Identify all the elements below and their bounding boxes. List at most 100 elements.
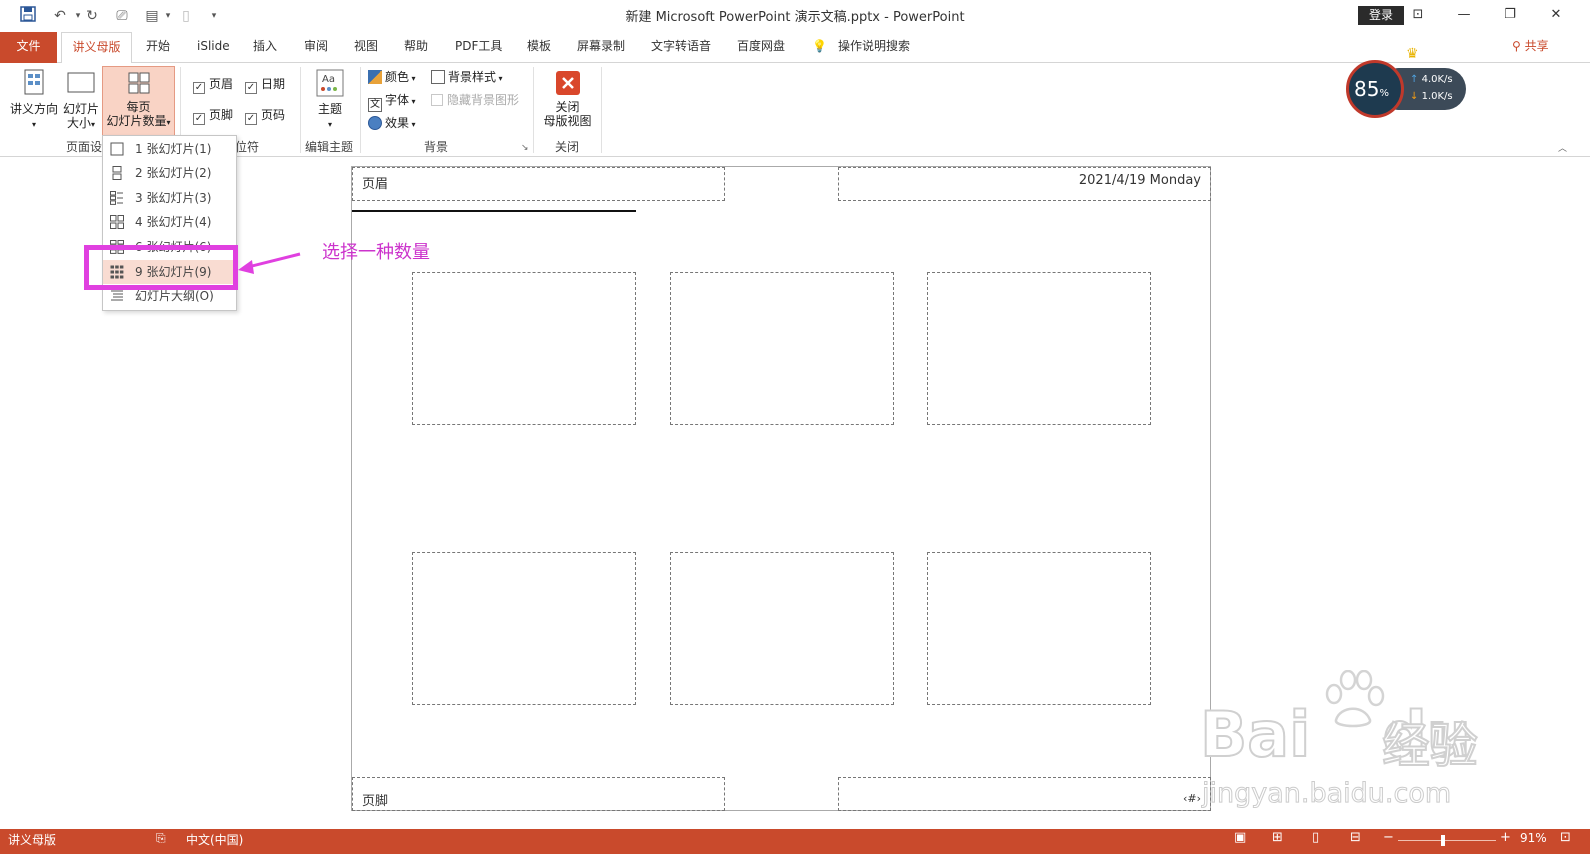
checkbox-unchecked-icon	[431, 94, 443, 106]
slide-size-label-1: 幻灯片	[62, 102, 99, 116]
tab-baidu-netdisk[interactable]: 百度网盘	[737, 32, 785, 63]
close-label-1: 关闭	[555, 100, 580, 114]
background-styles-label: 背景样式	[448, 70, 497, 84]
login-button[interactable]: 登录	[1358, 6, 1404, 25]
date-checkbox-label: 日期	[261, 77, 286, 91]
header-checkbox[interactable]: ✓ 页眉	[193, 75, 234, 94]
theme-label: 主题	[317, 102, 342, 116]
minimize-icon[interactable]: —	[1450, 4, 1478, 26]
tab-insert[interactable]: 插入	[253, 32, 277, 63]
status-bar: 讲义母版 ⎘ 中文(中国) ▣ ⊞ ▯ ⊟ − + 91% ⊡	[0, 829, 1590, 854]
slide-thumbnail-placeholder[interactable]	[412, 272, 636, 425]
zoom-out-icon[interactable]: −	[1383, 830, 1394, 845]
slideshow-icon[interactable]: ⊟	[1350, 830, 1361, 845]
close-master-view-button[interactable]: 关闭 母版视图	[540, 70, 595, 128]
tab-review[interactable]: 审阅	[304, 32, 328, 63]
fonts-button[interactable]: 文字体 ▾	[368, 91, 416, 112]
menu-item-4-slides[interactable]: 4 张幻灯片(4)	[103, 210, 236, 234]
tab-templates[interactable]: 模板	[527, 32, 551, 63]
annotation-arrow-icon	[238, 252, 301, 274]
tab-view[interactable]: 视图	[354, 32, 378, 63]
slide-thumbnail-placeholder[interactable]	[670, 272, 894, 425]
slide-thumbnail-placeholder[interactable]	[670, 552, 894, 705]
date-placeholder[interactable]: 2021/4/19 Monday	[838, 167, 1211, 201]
footer-checkbox[interactable]: ✓ 页脚	[193, 106, 233, 125]
download-unit: K/s	[1437, 91, 1453, 102]
page-number-placeholder[interactable]: ‹#›	[838, 777, 1211, 811]
background-styles-button[interactable]: 背景样式 ▾	[431, 68, 503, 86]
handout-orientation-label: 讲义方向	[9, 102, 58, 116]
memory-percent: 85%	[1354, 77, 1389, 101]
zoom-slider-track[interactable]	[1398, 840, 1496, 841]
zoom-level[interactable]: 91%	[1520, 831, 1547, 845]
tab-help[interactable]: 帮助	[404, 32, 428, 63]
two-slides-icon	[112, 166, 122, 180]
slide-size-label-2: 大小	[66, 116, 91, 130]
download-value: 1.0	[1421, 91, 1438, 102]
collapse-ribbon-icon[interactable]: ︿	[1558, 141, 1567, 154]
slide-sorter-icon[interactable]: ⊞	[1272, 830, 1283, 845]
tell-me-search[interactable]: 操作说明搜索	[838, 32, 910, 63]
menu-item-3-slides[interactable]: 3 张幻灯片(3)	[103, 186, 236, 210]
header-checkbox-label: 页眉	[209, 77, 234, 91]
upload-speed: ↑ 4.0K/s	[1410, 74, 1453, 85]
dialog-launcher-icon[interactable]: ↘	[521, 143, 529, 153]
effects-icon	[368, 116, 382, 130]
menu-item-label: 幻灯片大纲(O)	[135, 289, 214, 303]
hide-background-checkbox[interactable]: 隐藏背景图形	[431, 91, 519, 109]
one-slide-icon	[110, 142, 124, 156]
group-close: 关闭	[554, 140, 579, 154]
theme-button[interactable]: Aa 主题 ▾	[309, 68, 351, 132]
colors-button[interactable]: 颜色 ▾	[368, 68, 416, 86]
normal-view-icon[interactable]: ▣	[1234, 830, 1246, 845]
tab-islide[interactable]: iSlide	[197, 32, 230, 63]
tell-me-icon[interactable]: 💡	[812, 32, 827, 63]
memory-percent-value: 85	[1354, 77, 1380, 101]
tab-handout-master[interactable]: 讲义母版	[61, 32, 132, 64]
memory-percent-sign: %	[1379, 88, 1389, 99]
date-checkbox[interactable]: ✓ 日期	[245, 75, 286, 94]
menu-item-1-slide[interactable]: 1 张幻灯片(1)	[103, 137, 236, 161]
reading-view-icon[interactable]: ▯	[1312, 830, 1319, 845]
close-icon[interactable]: ✕	[1542, 4, 1570, 26]
footer-placeholder[interactable]: 页脚	[352, 777, 725, 811]
fit-to-window-icon[interactable]: ⊡	[1560, 830, 1571, 845]
tab-screen-record[interactable]: 屏幕录制	[577, 32, 625, 63]
person-icon: ⚲	[1512, 39, 1521, 53]
restore-icon[interactable]: ❐	[1496, 4, 1524, 26]
zoom-in-icon[interactable]: +	[1500, 830, 1511, 845]
group-background: 背景	[423, 140, 448, 154]
separator	[601, 67, 602, 153]
tab-text-to-speech[interactable]: 文字转语音	[651, 32, 711, 63]
network-speed-widget[interactable]: 85% ♛ ↑ 4.0K/s ↓ 1.0K/s	[1346, 46, 1466, 118]
ribbon-display-icon[interactable]: ⊡	[1404, 4, 1432, 26]
separator	[300, 67, 301, 153]
separator	[533, 67, 534, 153]
menu-item-2-slides[interactable]: 2 张幻灯片(2)	[103, 161, 236, 185]
tab-pdf-tools[interactable]: PDF工具	[455, 32, 502, 63]
effects-button[interactable]: 效果 ▾	[368, 114, 416, 132]
fonts-label: 字体	[385, 93, 410, 107]
effects-label: 效果	[385, 116, 410, 130]
accessibility-icon[interactable]: ⎘	[156, 831, 166, 846]
slide-thumbnail-placeholder[interactable]	[927, 272, 1151, 425]
title-bar: ↶ ▾ ↻ ⎚ ▤ ▾ ▯ ▾ 新建 Microsoft PowerPoint …	[0, 0, 1590, 32]
slide-size-button[interactable]: 幻灯片 大小▾	[60, 68, 102, 132]
page-number-checkbox[interactable]: ✓ 页码	[245, 106, 285, 125]
zoom-slider-thumb[interactable]	[1441, 835, 1445, 846]
watermark-brand-part1: Bai	[1199, 697, 1311, 772]
handout-orientation-button[interactable]: 讲义方向 ▾	[8, 68, 60, 132]
share-button[interactable]: ⚲ 共享	[1512, 32, 1549, 63]
slide-thumbnail-placeholder[interactable]	[412, 552, 636, 705]
three-slides-icon	[110, 191, 123, 205]
group-page-setup: 页面设	[65, 140, 102, 154]
status-language[interactable]: 中文(中国)	[186, 831, 243, 848]
slides-per-page-button[interactable]: 每页 幻灯片数量▾	[102, 66, 175, 136]
watermark-url: jingyan.baidu.com	[1201, 778, 1452, 810]
tab-home[interactable]: 开始	[146, 32, 170, 63]
close-x-icon	[555, 71, 580, 95]
slide-thumbnail-placeholder[interactable]	[927, 552, 1151, 705]
tab-file[interactable]: 文件	[0, 32, 57, 63]
header-text: 页眉	[362, 177, 389, 192]
header-placeholder[interactable]: 页眉	[352, 167, 725, 201]
